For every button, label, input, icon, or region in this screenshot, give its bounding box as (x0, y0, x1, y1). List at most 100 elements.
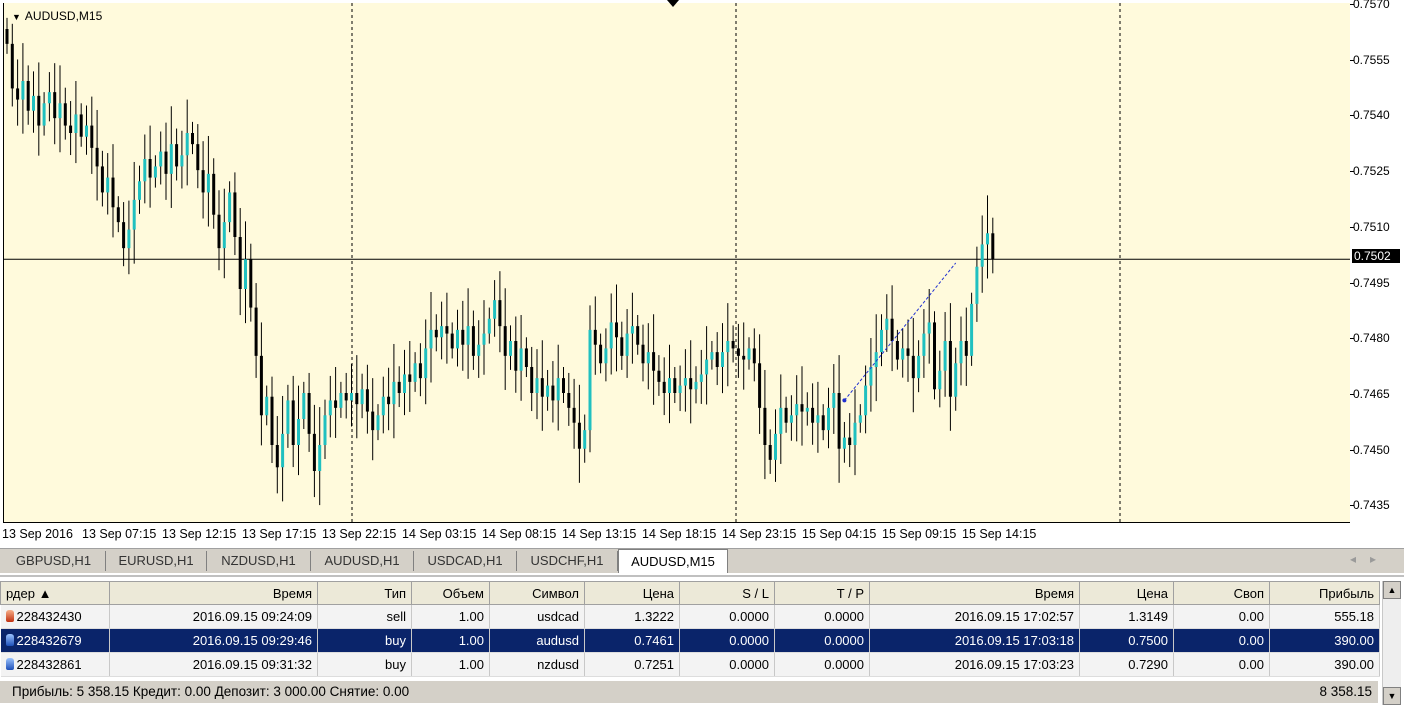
bear-candle (503, 326, 507, 356)
bull-candle (376, 415, 380, 431)
bear-candle (593, 329, 597, 345)
bull-candle (47, 92, 51, 104)
column-header[interactable]: Тип (317, 581, 412, 605)
cell-volume: 1.00 (411, 604, 490, 629)
bear-candle (79, 114, 83, 137)
current-price-label: 0.7502 (1352, 249, 1400, 263)
bear-candle (212, 173, 216, 215)
bull-candle (392, 381, 396, 405)
column-header[interactable]: S / L (679, 581, 775, 605)
bull-candle (630, 326, 634, 334)
cell-price: 0.7290 (1079, 652, 1174, 677)
tab-scroll-arrows-icon[interactable]: ◂▸ (1350, 552, 1390, 566)
bear-candle (567, 393, 571, 408)
bear-candle (524, 348, 528, 367)
bull-candle (302, 393, 306, 419)
cell-swap: 0.00 (1173, 604, 1270, 629)
buy-order-icon (5, 658, 14, 670)
bull-candle (747, 348, 751, 360)
bear-candle (540, 378, 544, 397)
order-row[interactable]: 228432679 2016.09.15 09:29:46 buy 1.00 audus… (0, 628, 1380, 653)
column-header[interactable]: Время (109, 581, 318, 605)
orders-table: рдер ▲ Время Тип Объем Символ Цена S / LT / PВ… (0, 581, 1380, 677)
scroll-down-icon[interactable]: ▼ (1383, 687, 1401, 705)
column-header[interactable]: Символ (489, 581, 585, 605)
bull-candle (604, 348, 608, 364)
column-header[interactable]: Объем (411, 581, 490, 605)
order-id: 228432861 (16, 657, 82, 672)
bull-candle (138, 181, 141, 200)
bear-candle (991, 233, 995, 260)
column-header[interactable]: рдер ▲ (0, 581, 110, 605)
bear-candle (933, 322, 936, 390)
chart-tab[interactable]: AUDUSD,M15 (618, 549, 728, 573)
bear-candle (291, 400, 295, 445)
column-header[interactable]: Время (869, 581, 1080, 605)
bear-candle (63, 103, 67, 126)
cell-close-time: 2016.09.15 17:03:23 (869, 652, 1080, 677)
chart-plot-area[interactable]: ▼ AUDUSD,M15 (3, 3, 1350, 523)
cell-swap: 0.00 (1173, 628, 1270, 653)
table-scrollbar[interactable]: ▲ ▼ (1382, 581, 1401, 705)
dropdown-triangle-icon[interactable]: ▼ (12, 12, 21, 22)
bull-candle (986, 233, 989, 245)
time-tick-label: 14 Sep 18:15 (642, 527, 717, 541)
bull-candle (281, 433, 285, 468)
cell-type: sell (317, 604, 412, 629)
chart-tab[interactable]: USDCAD,H1 (414, 551, 517, 571)
chart-tab[interactable]: NZDUSD,H1 (207, 551, 311, 571)
bear-candle (498, 300, 502, 327)
chart-tab[interactable]: AUDUSD,H1 (311, 551, 414, 571)
order-row[interactable]: 228432861 2016.09.15 09:31:32 buy 1.00 nzdus… (0, 652, 1380, 677)
bull-candle (842, 437, 846, 449)
bear-candle (964, 341, 968, 356)
bull-candle (487, 318, 491, 334)
order-cell: 228432679 (0, 628, 110, 653)
bear-candle (837, 393, 841, 449)
time-tick-label: 15 Sep 14:15 (962, 527, 1037, 541)
bull-candle (466, 326, 470, 345)
order-cell: 228432861 (0, 652, 110, 677)
bear-candle (562, 378, 565, 393)
table-header-row: рдер ▲ Время Тип Объем Символ Цена S / LT / PВ… (0, 581, 1380, 605)
chart-tab[interactable]: GBPUSD,H1 (2, 551, 106, 571)
cell-open-price: 0.7461 (584, 628, 680, 653)
chart-shift-marker-icon[interactable] (667, 0, 679, 7)
bear-candle (514, 341, 518, 371)
price-tick-label: 0.7555 (1350, 52, 1390, 67)
chart-window[interactable]: ▼ AUDUSD,M15 0.7570 0.7555 0.7540 0.7525 0.75… (0, 0, 1404, 548)
bear-candle (69, 125, 73, 133)
bull-candle (381, 396, 385, 416)
column-header[interactable]: Прибыль (1269, 581, 1380, 605)
chart-tab[interactable]: USDCHF,H1 (517, 551, 618, 571)
bull-candle (683, 378, 687, 386)
bear-candle (895, 341, 899, 360)
column-header[interactable]: Своп (1173, 581, 1270, 605)
bull-candle (222, 222, 226, 249)
bull-candle (827, 407, 830, 431)
bear-candle (217, 214, 221, 249)
cell-sl: 0.0000 (679, 652, 775, 677)
order-row[interactable]: 228432430 2016.09.15 09:24:09 sell 1.00 usdc… (0, 604, 1380, 629)
bull-candle (832, 393, 836, 408)
price-axis: 0.7570 0.7555 0.7540 0.7525 0.7510 0.7495 0.74… (1350, 0, 1404, 526)
bear-candle (551, 385, 555, 401)
bear-candle (254, 307, 258, 356)
bull-candle (244, 259, 247, 289)
bull-candle (583, 430, 587, 449)
bear-candle (249, 259, 253, 308)
column-header[interactable]: T / P (774, 581, 870, 605)
bull-candle (864, 385, 868, 416)
price-tick-label: 0.7480 (1350, 331, 1390, 346)
bull-candle (556, 378, 560, 401)
bull-candle (922, 333, 926, 356)
bear-candle (100, 166, 104, 193)
cell-open-time: 2016.09.15 09:24:09 (109, 604, 318, 629)
cell-close-time: 2016.09.15 17:03:18 (869, 628, 1080, 653)
cell-price: 0.7500 (1079, 628, 1174, 653)
bear-candle (736, 348, 740, 356)
column-header[interactable]: Цена (584, 581, 680, 605)
column-header[interactable]: Цена (1079, 581, 1174, 605)
chart-tab[interactable]: EURUSD,H1 (106, 551, 207, 571)
scroll-up-icon[interactable]: ▲ (1383, 581, 1401, 599)
